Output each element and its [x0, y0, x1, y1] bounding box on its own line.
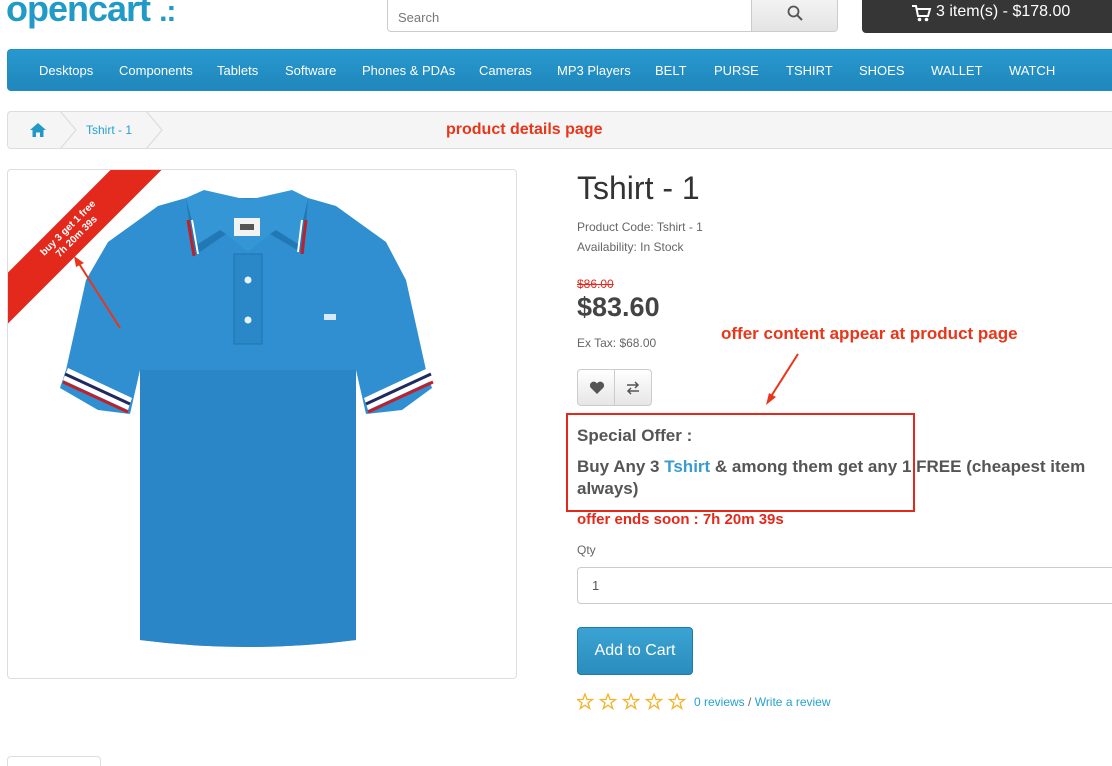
product-title: Tshirt - 1: [577, 170, 700, 206]
menu-item-desktops[interactable]: Desktops: [39, 63, 93, 78]
menu-item-purse[interactable]: PURSE: [714, 63, 759, 78]
write-review-link[interactable]: Write a review: [755, 695, 831, 709]
product-price: $83.60: [577, 292, 660, 322]
old-price: $86.00: [577, 277, 614, 291]
breadcrumb: Tshirt - 1 product details page: [7, 111, 1112, 149]
reviews-separator: /: [744, 695, 755, 709]
menu-item-phones-pdas[interactable]: Phones & PDAs: [362, 63, 455, 78]
main-menu: Desktops Components Tablets Software Pho…: [7, 49, 1112, 91]
menu-item-cameras[interactable]: Cameras: [479, 63, 532, 78]
breadcrumb-item-product[interactable]: Tshirt - 1: [86, 123, 132, 137]
product-image-panel[interactable]: buy 3 get 1 free 7h 20m 39s: [7, 169, 517, 679]
home-icon[interactable]: [29, 122, 47, 138]
offer-text-start: Buy Any 3: [577, 457, 665, 476]
menu-item-tshirt[interactable]: TSHIRT: [786, 63, 833, 78]
menu-item-mp3-players[interactable]: MP3 Players: [557, 63, 631, 78]
product-code: Product Code: Tshirt - 1: [577, 220, 703, 234]
ex-tax-price: Ex Tax: $68.00: [577, 336, 657, 350]
star-icon: [667, 693, 687, 711]
description-tab[interactable]: [7, 756, 101, 766]
product-availability: Availability: In Stock: [577, 240, 684, 254]
annotation-offer-note: offer content appear at product page: [721, 324, 1018, 343]
offer-text-end: & among them get any 1 FREE (cheapest it…: [710, 457, 1086, 476]
menu-item-belt[interactable]: BELT: [655, 63, 687, 78]
search-input[interactable]: [388, 0, 751, 31]
exchange-icon: [626, 381, 640, 395]
menu-item-software[interactable]: Software: [285, 63, 336, 78]
star-icon: [577, 693, 595, 711]
offer-countdown: offer ends soon : 7h 20m 39s: [577, 511, 784, 528]
menu-item-shoes[interactable]: SHOES: [859, 63, 905, 78]
reviews-links: 0 reviews / Write a review: [694, 695, 831, 709]
menu-item-wallet[interactable]: WALLET: [931, 63, 983, 78]
rating-stars: [577, 693, 687, 711]
product-action-buttons: [577, 369, 652, 406]
menu-item-watch[interactable]: WATCH: [1009, 63, 1055, 78]
qty-label: Qty: [577, 543, 596, 557]
search-bar: [387, 0, 838, 32]
offer-category-link[interactable]: Tshirt: [664, 457, 710, 476]
reviews-count-link[interactable]: 0 reviews: [694, 695, 745, 709]
add-to-cart-button[interactable]: Add to Cart: [577, 627, 693, 675]
breadcrumb-separator: [145, 111, 163, 149]
search-icon: [787, 5, 803, 21]
menu-item-components[interactable]: Components: [119, 63, 193, 78]
menu-item-tablets[interactable]: Tablets: [217, 63, 258, 78]
compare-button[interactable]: [615, 370, 651, 405]
search-button[interactable]: [751, 0, 837, 31]
logo-cart-icon: .:: [159, 0, 176, 28]
star-icon: [644, 693, 664, 711]
shopping-cart-icon: [912, 5, 932, 22]
star-icon: [621, 693, 641, 711]
cart-total: 3 item(s) - $178.00: [936, 3, 1071, 20]
annotation-page-title: product details page: [446, 121, 603, 138]
annotation-arrow-icon: [766, 353, 799, 405]
qty-input[interactable]: [577, 567, 1112, 604]
breadcrumb-separator: [59, 111, 77, 149]
special-offer-text: Buy Any 3 Tshirt & among them get any 1 …: [577, 457, 1085, 477]
heart-icon: [589, 381, 605, 394]
special-offer-text-continued: always): [577, 479, 639, 498]
opencart-logo[interactable]: opencart .:: [6, 0, 176, 30]
cart-button[interactable]: 3 item(s) - $178.00: [862, 0, 1112, 33]
wishlist-button[interactable]: [578, 370, 615, 405]
star-icon: [598, 693, 618, 711]
special-offer-heading: Special Offer :: [577, 426, 693, 445]
logo-text: opencart: [6, 0, 151, 29]
